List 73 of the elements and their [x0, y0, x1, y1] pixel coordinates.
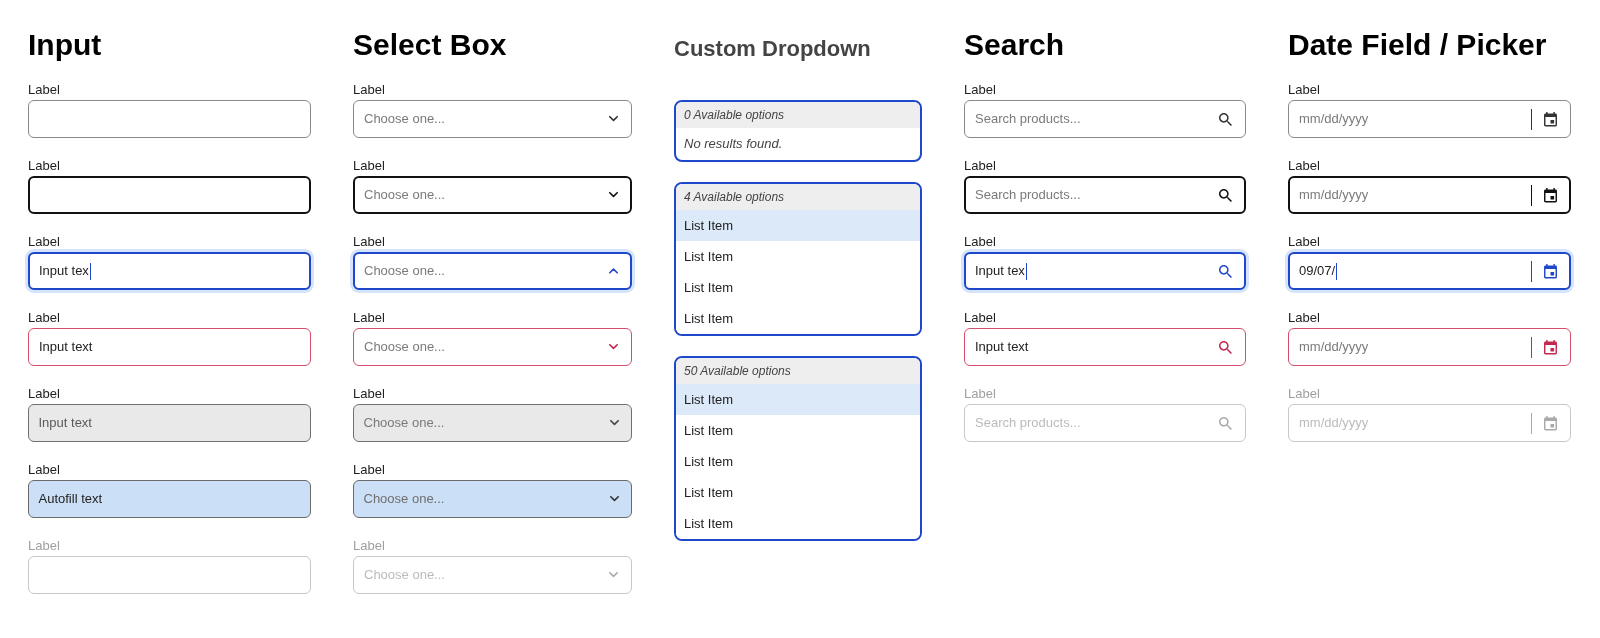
date-field[interactable]: 09/07/	[1288, 252, 1571, 290]
text-field[interactable]: Input text	[28, 328, 311, 366]
text-cursor-icon	[1025, 262, 1027, 280]
section-heading: Input	[28, 27, 102, 63]
list-item[interactable]: List Item	[676, 384, 920, 415]
calendar-icon[interactable]	[1544, 187, 1557, 203]
chevron-up-icon	[609, 268, 618, 274]
select-field[interactable]: Choose one...	[353, 328, 632, 366]
field-label: Label	[28, 538, 60, 554]
select-field[interactable]: Choose one...	[353, 404, 632, 442]
chevron-down-icon	[609, 420, 619, 426]
field-label: Label	[353, 462, 385, 478]
field-label: Label	[964, 82, 996, 98]
select-field[interactable]: Choose one...	[353, 252, 632, 290]
chevron-down-icon	[609, 116, 618, 122]
text-cursor-icon	[1336, 262, 1338, 280]
field-label: Label	[353, 82, 385, 98]
section-heading: Date Field / Picker	[1288, 27, 1547, 63]
chevron-down-icon	[609, 496, 619, 502]
field-label: Label	[1288, 158, 1320, 174]
text-field[interactable]: Input text	[28, 404, 311, 442]
field-label: Label	[353, 158, 385, 174]
text-cursor-icon	[89, 262, 91, 280]
search-icon	[1219, 112, 1232, 126]
field-label: Label	[964, 234, 996, 250]
no-results-message: No results found.	[683, 135, 784, 153]
text-field[interactable]: Autofill text	[28, 480, 311, 518]
field-label: Label	[964, 158, 996, 174]
chevron-down-icon	[609, 344, 618, 350]
field-label: Label	[28, 234, 60, 250]
select-field[interactable]: Choose one...	[353, 480, 632, 518]
text-field[interactable]	[28, 100, 311, 138]
field-label: Label	[353, 310, 385, 326]
search-field[interactable]: Input tex	[964, 252, 1246, 290]
text-field[interactable]	[28, 176, 311, 214]
field-label: Label	[28, 462, 60, 478]
date-field[interactable]: mm/dd/yyyy	[1288, 328, 1571, 366]
date-field[interactable]: mm/dd/yyyy	[1288, 176, 1571, 214]
field-label: Label	[1288, 310, 1320, 326]
section-heading: Search	[964, 27, 1065, 63]
options-count: 50 Available options	[676, 358, 920, 384]
select-field[interactable]: Choose one...	[353, 100, 632, 138]
field-label: Label	[1288, 82, 1320, 98]
field-label: Label	[1288, 234, 1320, 250]
search-icon	[1219, 416, 1232, 430]
field-label: Label	[28, 82, 60, 98]
calendar-icon[interactable]	[1544, 263, 1557, 279]
field-label: Label	[353, 234, 385, 250]
field-label: Label	[353, 386, 385, 402]
options-count: 4 Available options	[676, 184, 920, 210]
search-field[interactable]: Input text	[964, 328, 1246, 366]
field-label: Label	[353, 538, 385, 554]
field-label: Label	[964, 386, 996, 402]
search-field[interactable]: Search products...	[964, 100, 1246, 138]
calendar-icon[interactable]	[1544, 111, 1557, 127]
chevron-down-icon	[609, 572, 618, 578]
section-heading: Select Box	[353, 27, 507, 63]
list-item[interactable]: List Item	[676, 210, 920, 241]
select-field[interactable]: Choose one...	[353, 176, 632, 214]
search-icon	[1219, 340, 1232, 354]
field-label: Label	[28, 386, 60, 402]
section-heading: Custom Dropdown	[674, 35, 871, 63]
chevron-down-icon	[609, 192, 618, 198]
search-field[interactable]: Search products...	[964, 176, 1246, 214]
date-field[interactable]: mm/dd/yyyy	[1288, 100, 1571, 138]
field-label: Label	[28, 158, 60, 174]
field-label: Label	[964, 310, 996, 326]
options-count: 0 Available options	[676, 102, 920, 128]
search-icon	[1219, 188, 1232, 202]
search-icon	[1219, 264, 1232, 278]
field-label: Label	[28, 310, 60, 326]
text-field[interactable]: Input tex	[28, 252, 311, 290]
field-label: Label	[1288, 386, 1320, 402]
